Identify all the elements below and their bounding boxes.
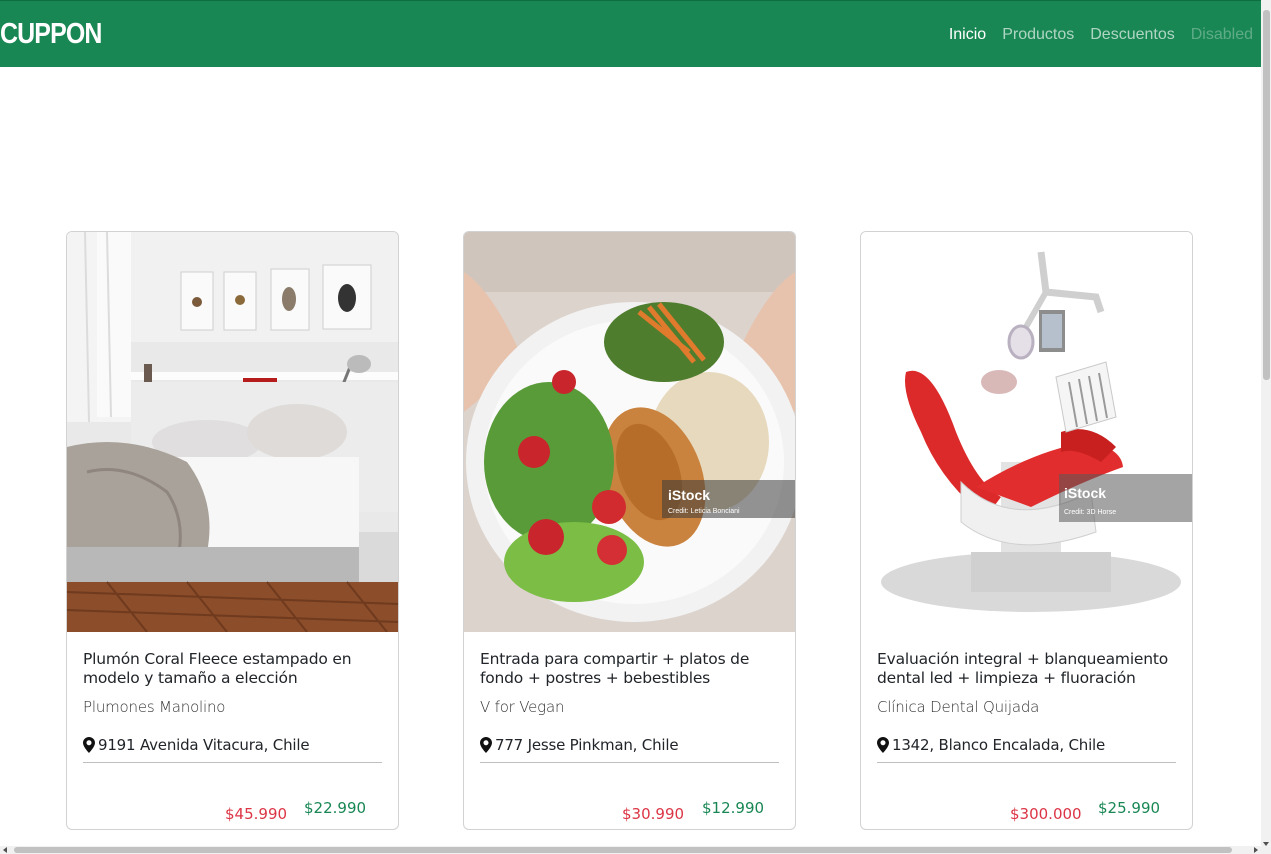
price-original: $45.990 [225,805,288,823]
navbar: CUPPON Inicio Productos Descuentos Disab… [0,0,1261,67]
horizontal-scrollbar-thumb[interactable] [14,847,1232,853]
card-title[interactable]: Evaluación integral + blanqueamiento den… [877,650,1176,688]
dental-chair-photo: iStock Credit: 3D Horse [861,232,1192,632]
card-address: 777 Jesse Pinkman, Chile [480,735,779,755]
card-body: Plumón Coral Fleece estampado en modelo … [83,650,382,823]
watermark-brand: iStock [668,487,710,503]
scroll-down-arrow-icon[interactable] [1263,842,1269,846]
deal-card[interactable]: iStock Credit: 3D Horse Evaluación integ… [860,231,1193,830]
card-title[interactable]: Entrada para compartir + platos de fondo… [480,650,779,688]
card-title[interactable]: Plumón Coral Fleece estampado en modelo … [83,650,382,688]
price-discounted: $22.990 [304,799,367,817]
map-pin-icon [480,737,492,753]
card-image-dental[interactable]: iStock Credit: 3D Horse [861,232,1192,632]
vertical-scrollbar[interactable] [1261,0,1271,854]
price-discounted: $25.990 [1098,799,1161,817]
card-divider [83,762,382,763]
deal-card[interactable]: iStock Credit: Leticia Bonciani Entrada … [463,231,796,830]
card-body: Evaluación integral + blanqueamiento den… [877,650,1176,823]
price-discounted: $12.990 [702,799,765,817]
watermark-credit: Credit: Leticia Bonciani [668,508,740,515]
scroll-right-arrow-icon[interactable] [1254,847,1258,853]
vertical-scrollbar-thumb[interactable] [1263,10,1270,380]
watermark-brand: iStock [1064,485,1106,501]
deal-card[interactable]: Plumón Coral Fleece estampado en modelo … [66,231,399,830]
card-vendor: Plumones Manolino [83,698,226,716]
card-address-text: 9191 Avenida Vitacura, Chile [98,736,310,754]
card-divider [877,762,1176,763]
card-address: 1342, Blanco Encalada, Chile [877,735,1176,755]
card-divider [480,762,779,763]
price-original: $30.990 [622,805,685,823]
card-image-salad[interactable]: iStock Credit: Leticia Bonciani [464,232,795,632]
card-address: 9191 Avenida Vitacura, Chile [83,735,382,755]
card-body: Entrada para compartir + platos de fondo… [480,650,779,823]
nav-links: Inicio Productos Descuentos Disabled [949,24,1253,46]
scroll-left-arrow-icon[interactable] [3,847,7,853]
nav-link-inicio[interactable]: Inicio [949,24,986,46]
nav-link-descuentos[interactable]: Descuentos [1090,24,1175,46]
card-vendor: V for Vegan [480,698,565,716]
price-row: $30.990 $12.990 [480,799,779,823]
map-pin-icon [877,737,889,753]
watermark-credit: Credit: 3D Horse [1064,509,1116,516]
nav-link-productos[interactable]: Productos [1002,24,1074,46]
salad-plate-photo: iStock Credit: Leticia Bonciani [464,232,795,632]
bedroom-photo [67,232,398,632]
price-row: $300.000 $25.990 [877,799,1176,823]
card-address-text: 777 Jesse Pinkman, Chile [495,736,679,754]
map-pin-icon [83,737,95,753]
price-original: $300.000 [1010,805,1082,823]
card-vendor: Clínica Dental Quijada [877,698,1040,716]
card-address-text: 1342, Blanco Encalada, Chile [892,736,1106,754]
card-image-bedroom[interactable] [67,232,398,632]
horizontal-scrollbar[interactable] [0,846,1261,854]
price-row: $45.990 $22.990 [83,799,382,823]
brand-logo[interactable]: CUPPON [0,16,102,52]
nav-link-disabled: Disabled [1190,26,1253,43]
